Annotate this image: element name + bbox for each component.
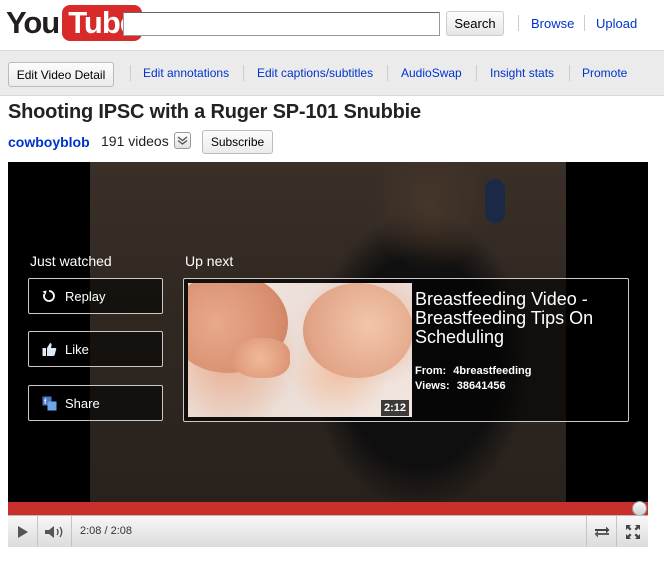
editbar-divider — [476, 65, 477, 81]
scrubber-handle[interactable] — [632, 501, 647, 516]
popout-button[interactable] — [586, 516, 617, 547]
from-label: From: — [415, 365, 447, 377]
fullscreen-button[interactable] — [617, 516, 648, 547]
channel-link[interactable]: cowboyblob — [8, 134, 90, 150]
up-next-heading: Up next — [185, 253, 234, 269]
editbar-divider — [387, 65, 388, 81]
editbar-divider — [569, 65, 570, 81]
site-header: You Tube Search Browse Upload — [0, 0, 664, 50]
volume-button[interactable] — [38, 516, 72, 547]
like-button[interactable]: Like — [28, 331, 163, 367]
volume-icon — [44, 525, 62, 538]
subscribe-button[interactable]: Subscribe — [202, 130, 273, 154]
fullscreen-icon — [625, 524, 640, 539]
share-icon: f — [41, 395, 57, 411]
editbar-divider — [243, 65, 244, 81]
search-button[interactable]: Search — [446, 11, 504, 36]
play-button[interactable] — [8, 516, 38, 547]
swap-arrows-icon — [594, 526, 609, 537]
play-icon — [17, 525, 28, 538]
insight-stats-link[interactable]: Insight stats — [490, 66, 554, 80]
time-display: 2:08 / 2:08 — [80, 525, 132, 537]
chevron-down-icon — [177, 136, 188, 145]
up-next-views: Views: 38641456 — [415, 380, 506, 392]
channel-videos-dropdown[interactable] — [174, 132, 191, 149]
audioswap-link[interactable]: AudioSwap — [401, 66, 462, 80]
up-next-thumbnail[interactable] — [188, 283, 412, 417]
owner-edit-bar: Edit Video Detail Edit annotations Edit … — [0, 50, 664, 96]
replay-button[interactable]: Replay — [28, 278, 163, 314]
like-label: Like — [65, 341, 89, 357]
edit-captions-link[interactable]: Edit captions/subtitles — [257, 66, 373, 80]
browse-link[interactable]: Browse — [531, 16, 574, 31]
thumbs-up-icon — [41, 341, 57, 357]
from-value: 4breastfeeding — [453, 365, 532, 377]
logo-you-text: You — [6, 5, 60, 40]
edit-video-detail-button[interactable]: Edit Video Detail — [8, 62, 114, 87]
header-divider — [518, 15, 519, 31]
youtube-logo[interactable]: You Tube — [6, 5, 142, 41]
video-count: 191 videos — [101, 133, 169, 149]
header-divider — [584, 15, 585, 31]
thumbnail-shape — [230, 338, 290, 378]
edit-annotations-link[interactable]: Edit annotations — [143, 66, 229, 80]
replay-label: Replay — [65, 288, 106, 304]
video-player[interactable]: Just watched Up next Replay Like f Share… — [8, 162, 648, 547]
editbar-divider — [130, 65, 131, 81]
replay-icon — [41, 288, 57, 304]
video-title: Shooting IPSC with a Ruger SP-101 Snubbi… — [8, 101, 421, 123]
up-next-duration: 2:12 — [381, 400, 410, 416]
upload-link[interactable]: Upload — [596, 16, 637, 31]
views-label: Views: — [415, 380, 450, 392]
views-value: 38641456 — [456, 380, 506, 392]
player-controls: 2:08 / 2:08 — [8, 515, 648, 547]
thumbnail-shape — [303, 283, 412, 378]
up-next-title[interactable]: Breastfeeding Video - Breastfeeding Tips… — [415, 290, 625, 347]
promote-link[interactable]: Promote — [582, 66, 627, 80]
up-next-from: From: 4breastfeeding — [415, 365, 531, 377]
share-button[interactable]: f Share — [28, 385, 163, 421]
just-watched-heading: Just watched — [30, 253, 112, 269]
share-label: Share — [65, 395, 100, 411]
progress-bar[interactable] — [8, 502, 648, 515]
search-input[interactable] — [123, 12, 440, 36]
